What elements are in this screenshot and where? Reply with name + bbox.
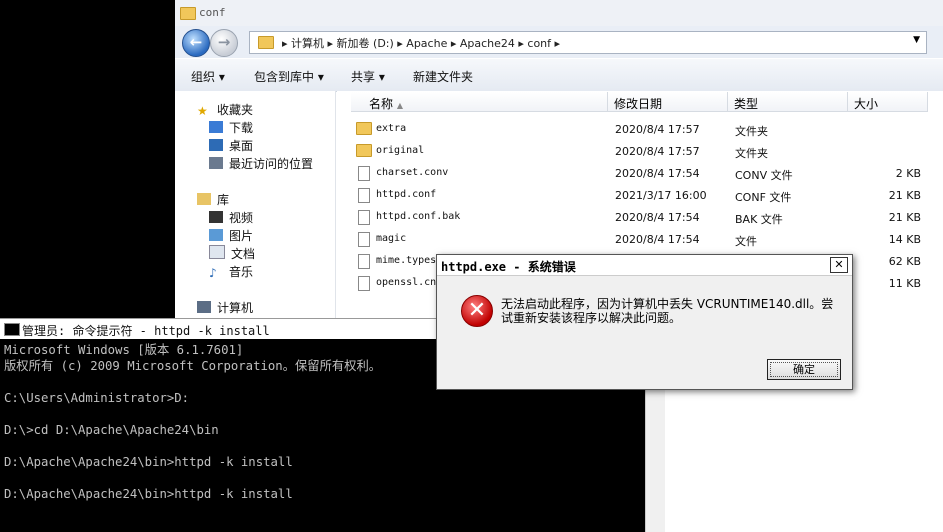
forward-arrow-icon: → xyxy=(217,33,231,51)
nav-favorites[interactable]: ★ 收藏夹 xyxy=(197,101,253,118)
file-name: charset.conv xyxy=(376,167,449,178)
file-row[interactable]: original 2020/8/4 17:57 文件夹 xyxy=(337,141,943,163)
error-icon: ✕ xyxy=(461,295,493,327)
address-bar[interactable]: ▸ 计算机 ▸ 新加卷 (D:) ▸ Apache ▸ Apache24 ▸ c… xyxy=(249,31,927,54)
console-title: 管理员: 命令提示符 - httpd -k install xyxy=(22,324,270,338)
dialog-title: httpd.exe - 系统错误 xyxy=(441,260,576,274)
folder-icon xyxy=(356,122,372,135)
file-size: 21 KB xyxy=(888,211,921,224)
file-size: 2 KB xyxy=(895,167,921,180)
file-type: CONV 文件 xyxy=(735,169,793,182)
file-name: mime.types xyxy=(376,255,437,266)
music-icon: ♪ xyxy=(209,266,217,280)
documents-icon xyxy=(209,245,225,259)
error-dialog: httpd.exe - 系统错误 ✕ ✕ 无法启动此程序，因为计算机中丢失 VC… xyxy=(436,254,853,390)
console-icon xyxy=(4,323,20,336)
file-row[interactable]: httpd.conf 2021/3/17 16:00 CONF 文件 21 KB xyxy=(337,185,943,207)
file-row[interactable]: httpd.conf.bak 2020/8/4 17:54 BAK 文件 21 KB xyxy=(337,207,943,229)
computer-icon xyxy=(197,301,211,313)
sort-ascending-icon: ▲ xyxy=(396,101,403,110)
address-row: ← → ▸ 计算机 ▸ 新加卷 (D:) ▸ Apache ▸ Apache24… xyxy=(175,26,943,58)
navigation-pane: ★ 收藏夹 下载 桌面 最近访问的位置 库 视频 图片 文档 ♪ 音乐 计算机 xyxy=(175,91,336,318)
chevron-down-icon[interactable]: ▼ xyxy=(913,35,920,45)
console-line: D:\Apache\Apache24\bin>httpd -k install xyxy=(4,487,293,501)
window-title: conf xyxy=(199,6,226,19)
star-icon: ★ xyxy=(197,104,208,118)
file-icon xyxy=(358,254,370,269)
downloads-icon xyxy=(209,121,223,133)
file-row[interactable]: extra 2020/8/4 17:57 文件夹 xyxy=(337,119,943,141)
pictures-icon xyxy=(209,229,223,241)
breadcrumb[interactable]: ▸ 计算机 ▸ 新加卷 (D:) ▸ Apache ▸ Apache24 ▸ c… xyxy=(282,35,560,51)
error-message: 无法启动此程序，因为计算机中丢失 VCRUNTIME140.dll。尝试重新安装… xyxy=(501,297,834,325)
back-button[interactable]: ← xyxy=(182,29,210,57)
include-in-library-button[interactable]: 包含到库中 ▾ xyxy=(254,68,324,85)
nav-videos[interactable]: 视频 xyxy=(209,209,253,226)
column-header-name[interactable]: 名称 ▲ xyxy=(351,92,608,112)
video-icon xyxy=(209,211,223,223)
column-header-type[interactable]: 类型 xyxy=(728,92,848,112)
file-name: magic xyxy=(376,233,407,244)
file-row[interactable]: magic 2020/8/4 17:54 文件 14 KB xyxy=(337,229,943,251)
folder-icon xyxy=(356,144,372,157)
close-button[interactable]: ✕ xyxy=(830,257,848,273)
nav-pictures[interactable]: 图片 xyxy=(209,227,253,244)
nav-music[interactable]: ♪ 音乐 xyxy=(209,263,253,280)
console-line: D:\Apache\Apache24\bin>httpd -k install xyxy=(4,455,293,469)
nav-recent[interactable]: 最近访问的位置 xyxy=(209,155,313,172)
file-type: 文件 xyxy=(735,235,757,248)
forward-button[interactable]: → xyxy=(210,29,238,57)
file-size: 21 KB xyxy=(888,189,921,202)
file-icon xyxy=(358,276,370,291)
file-modified: 2020/8/4 17:54 xyxy=(615,233,700,246)
nav-computer[interactable]: 计算机 xyxy=(197,299,253,316)
nav-downloads[interactable]: 下载 xyxy=(209,119,253,136)
file-name: extra xyxy=(376,123,407,134)
file-modified: 2020/8/4 17:57 xyxy=(615,145,700,158)
file-modified: 2020/8/4 17:57 xyxy=(615,123,700,136)
file-modified: 2021/3/17 16:00 xyxy=(615,189,707,202)
file-size: 14 KB xyxy=(888,233,921,246)
file-name: openssl.cn xyxy=(376,277,437,288)
toolbar: 组织 ▾ 包含到库中 ▾ 共享 ▾ 新建文件夹 xyxy=(175,58,943,92)
column-header-size[interactable]: 大小 xyxy=(848,92,928,112)
folder-icon xyxy=(180,7,196,20)
desktop-icon xyxy=(209,139,223,151)
file-name: httpd.conf.bak xyxy=(376,211,461,222)
console-line: C:\Users\Administrator>D: xyxy=(4,391,190,405)
explorer-titlebar: conf xyxy=(175,0,943,27)
organize-button[interactable]: 组织 ▾ xyxy=(191,68,225,85)
file-type: BAK 文件 xyxy=(735,213,783,226)
file-name: httpd.conf xyxy=(376,189,437,200)
back-arrow-icon: ← xyxy=(189,33,203,51)
file-row[interactable]: charset.conv 2020/8/4 17:54 CONV 文件 2 KB xyxy=(337,163,943,185)
file-modified: 2020/8/4 17:54 xyxy=(615,167,700,180)
file-modified: 2020/8/4 17:54 xyxy=(615,211,700,224)
nav-desktop[interactable]: 桌面 xyxy=(209,137,253,154)
file-icon xyxy=(358,166,370,181)
file-icon xyxy=(358,188,370,203)
file-type: 文件夹 xyxy=(735,147,768,160)
nav-documents[interactable]: 文档 xyxy=(209,245,255,262)
file-icon xyxy=(358,232,370,247)
library-icon xyxy=(197,193,211,205)
share-button[interactable]: 共享 ▾ xyxy=(351,68,385,85)
recent-places-icon xyxy=(209,157,223,169)
dialog-titlebar: httpd.exe - 系统错误 ✕ xyxy=(437,255,852,276)
column-header-modified[interactable]: 修改日期 xyxy=(608,92,728,112)
file-size: 62 KB xyxy=(888,255,921,268)
console-line: D:\>cd D:\Apache\Apache24\bin xyxy=(4,423,219,437)
ok-button[interactable]: 确定 xyxy=(767,359,841,380)
folder-icon xyxy=(258,36,274,49)
file-type: CONF 文件 xyxy=(735,191,792,204)
file-type: 文件夹 xyxy=(735,125,768,138)
new-folder-button[interactable]: 新建文件夹 xyxy=(413,68,473,85)
file-icon xyxy=(358,210,370,225)
file-name: original xyxy=(376,145,425,156)
nav-libraries[interactable]: 库 xyxy=(197,191,229,208)
file-size: 11 KB xyxy=(888,277,921,290)
